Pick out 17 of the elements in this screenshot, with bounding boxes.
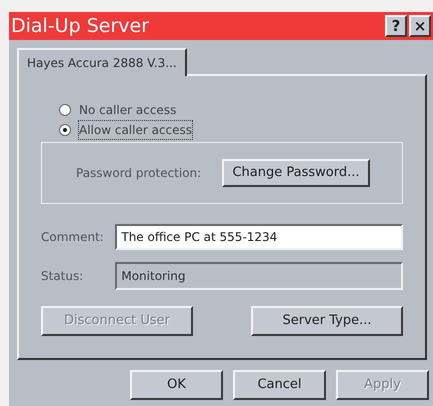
close-button[interactable]: ×: [409, 15, 431, 37]
comment-label: Comment:: [41, 229, 105, 246]
tab[interactable]: Hayes Accura 2888 V.3...: [17, 48, 187, 76]
radio-button[interactable]: [59, 124, 71, 136]
help-button[interactable]: ?: [385, 15, 407, 37]
radio-label[interactable]: No caller access: [79, 101, 176, 119]
password-label: Password protection:: [76, 165, 202, 182]
cancel-button[interactable]: Cancel: [233, 370, 326, 400]
status-field[interactable]: Monitoring: [115, 262, 403, 290]
radio-label[interactable]: Allow caller access: [79, 121, 192, 139]
radio-button[interactable]: [59, 104, 71, 116]
status-label: Status:: [41, 268, 84, 285]
server-type-button[interactable]: Server Type...: [251, 306, 403, 336]
ok-button[interactable]: OK: [130, 370, 223, 400]
comment-field[interactable]: The office PC at 555-1234: [115, 224, 403, 250]
window-title: Dial-Up Server: [11, 14, 150, 39]
change-password-button[interactable]: Change Password...: [222, 159, 370, 187]
